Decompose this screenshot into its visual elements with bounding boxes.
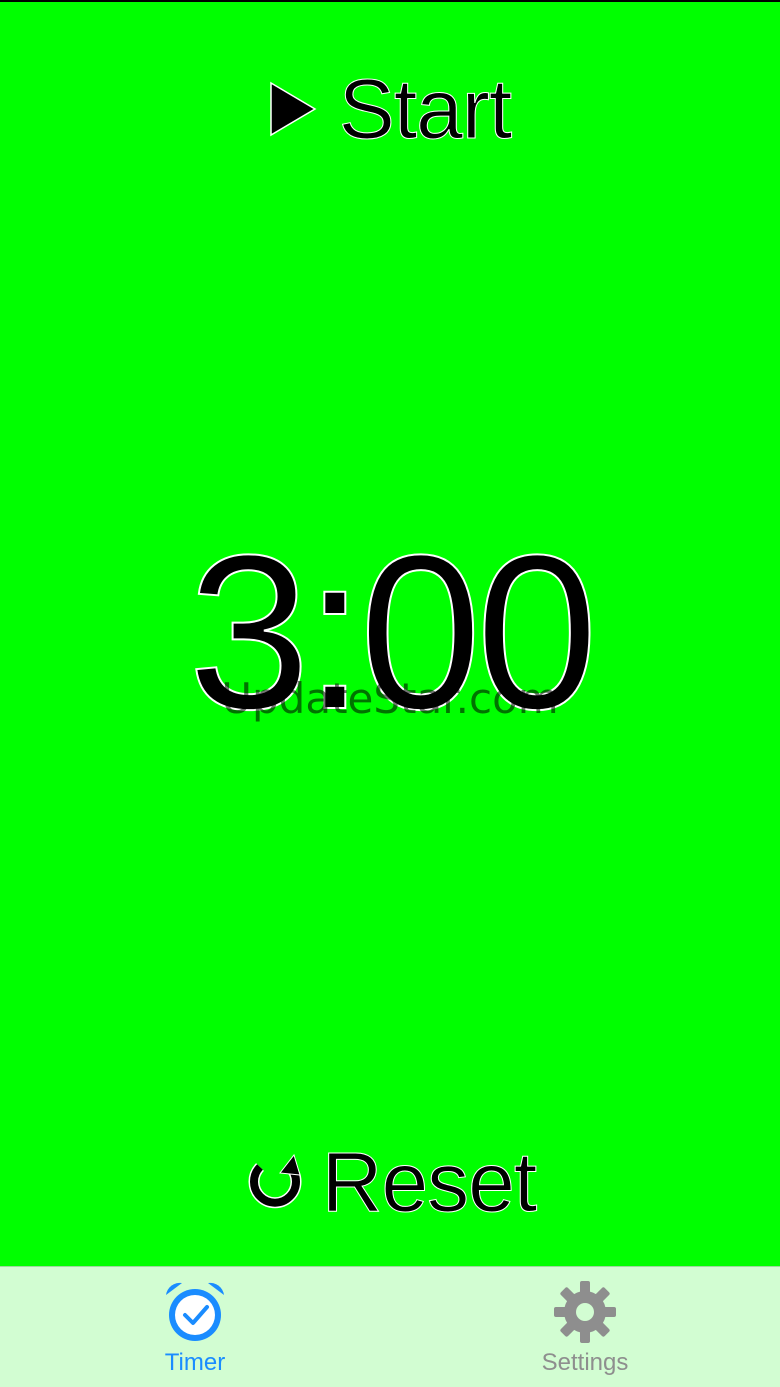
timer-screen: Start 3:00 UpdateStar.com Reset [0, 0, 780, 1266]
play-icon [269, 81, 317, 137]
gear-icon [552, 1279, 618, 1345]
start-button[interactable]: Start [0, 64, 780, 154]
reset-icon [244, 1151, 306, 1213]
tab-settings-label: Settings [541, 1349, 629, 1376]
start-label: Start [338, 62, 512, 156]
tab-timer-label: Timer [164, 1349, 226, 1376]
reset-button[interactable]: Reset [0, 1137, 780, 1227]
tab-settings[interactable]: Settings [485, 1267, 685, 1387]
reset-label: Reset [321, 1135, 537, 1229]
timer-display: 3:00 [187, 509, 599, 755]
alarm-clock-icon [162, 1279, 228, 1345]
tab-timer[interactable]: Timer [95, 1267, 295, 1387]
tab-bar: Timer Settings [0, 1266, 780, 1387]
